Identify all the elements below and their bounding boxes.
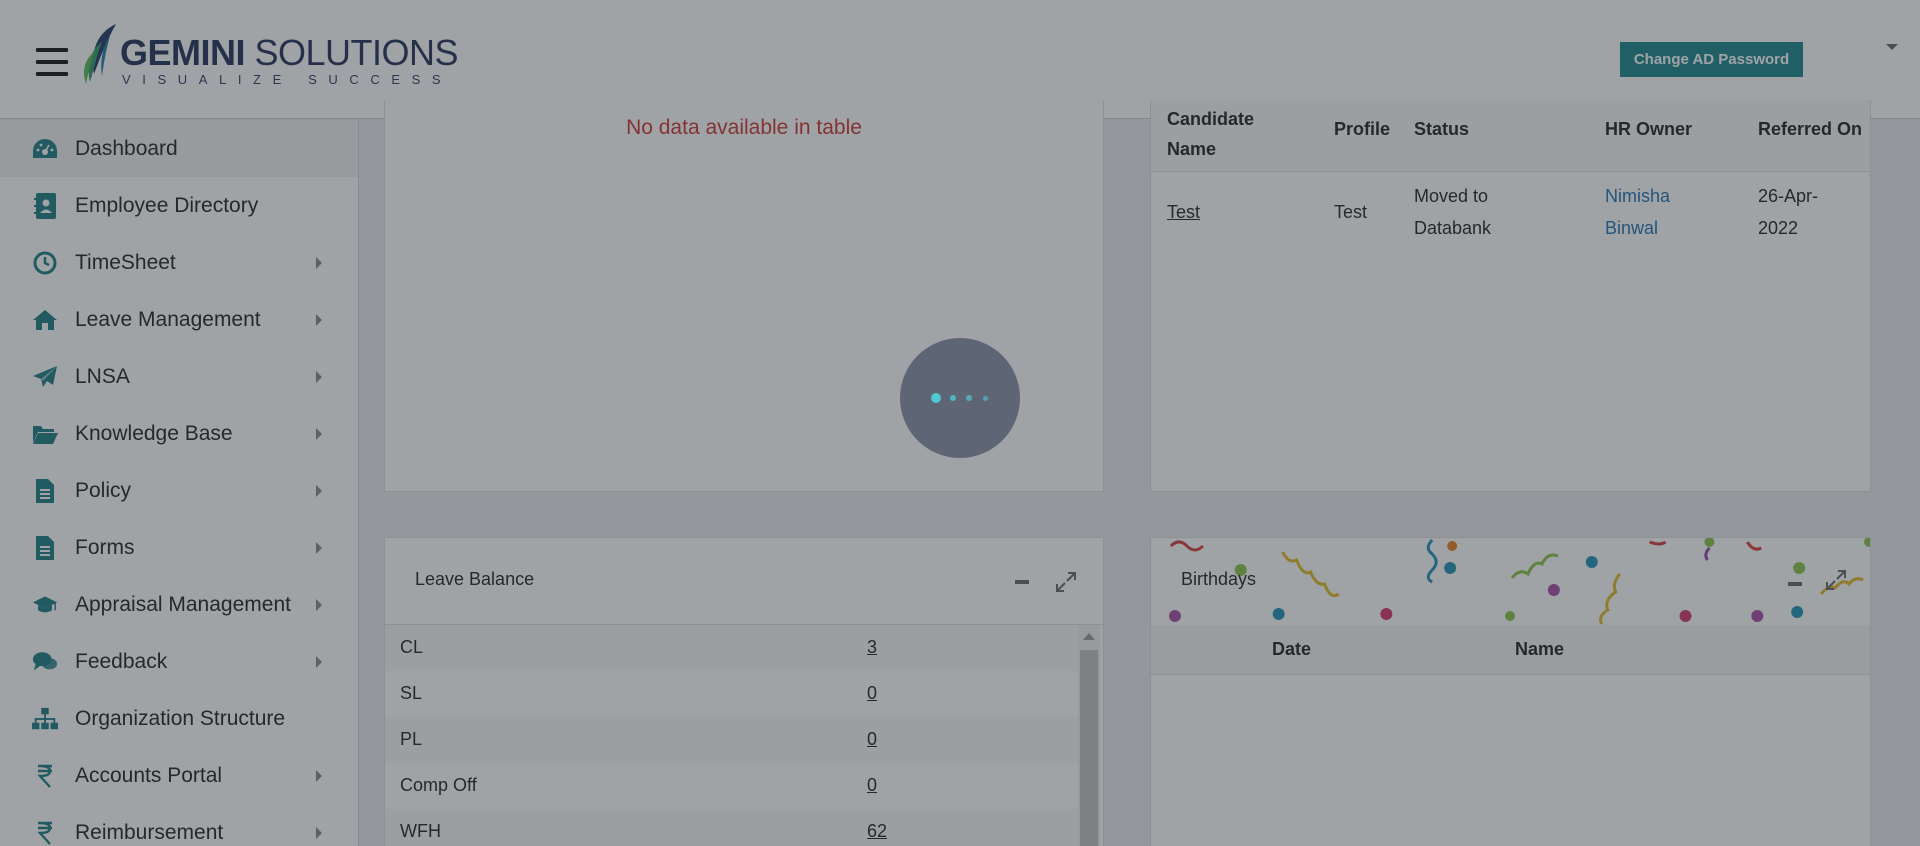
loader-dot — [931, 393, 941, 403]
loading-spinner — [900, 338, 1020, 458]
loading-overlay — [0, 0, 1920, 846]
loader-dot — [950, 395, 956, 401]
loader-dot — [983, 396, 988, 401]
loader-dot — [966, 395, 972, 401]
